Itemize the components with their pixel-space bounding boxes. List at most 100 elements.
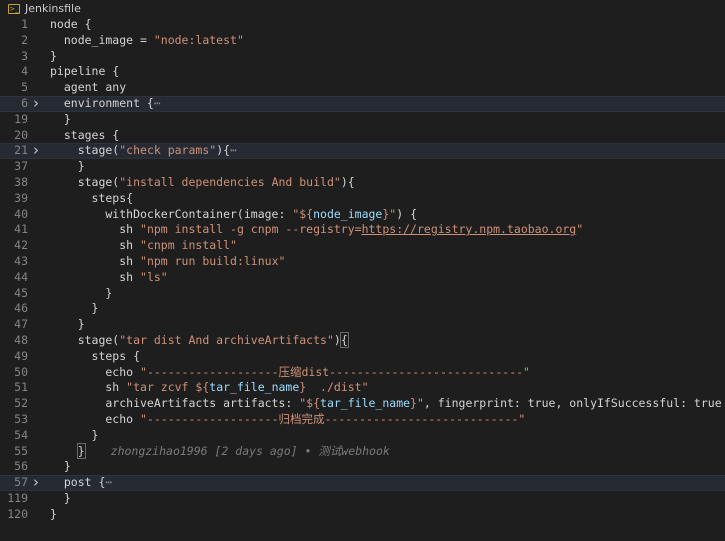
- code-text: pipeline {: [50, 64, 120, 79]
- line-number: 57: [14, 475, 28, 490]
- code-line[interactable]: 43 sh "npm run build:linux": [0, 254, 725, 270]
- code-text: sh "cnpm install": [50, 238, 237, 253]
- line-number: 44: [14, 269, 28, 284]
- chevron-right-icon[interactable]: ›: [33, 96, 43, 111]
- code-text: }: [50, 427, 99, 442]
- code-text: }: [50, 48, 57, 63]
- code-line[interactable]: 119 }: [0, 491, 725, 507]
- line-number: 54: [14, 427, 28, 442]
- code-line[interactable]: 42 sh "cnpm install": [0, 238, 725, 254]
- git-blame-annotation: zhongzihao1996 [2 days ago] • 测试webhook: [110, 443, 390, 458]
- code-text: post {⋯: [50, 475, 113, 490]
- code-line[interactable]: 57 › post {⋯: [0, 475, 725, 491]
- code-line[interactable]: 56 }: [0, 459, 725, 475]
- code-line[interactable]: 40 withDockerContainer(image: "${node_im…: [0, 207, 725, 223]
- code-text: }: [50, 285, 113, 300]
- line-number: 6: [21, 96, 28, 110]
- code-text: }: [50, 459, 71, 474]
- code-line[interactable]: 52 archiveArtifacts artifacts: "${tar_fi…: [0, 396, 725, 412]
- code-line[interactable]: 44 sh "ls": [0, 270, 725, 286]
- code-line[interactable]: 41 sh "npm install -g cnpm --registry=ht…: [0, 222, 725, 238]
- code-line[interactable]: 120}: [0, 507, 725, 523]
- line-number: 2: [21, 32, 28, 47]
- line-number: 55: [14, 443, 28, 458]
- code-text: } zhongzihao1996 [2 days ago] • 测试webhook: [76, 442, 390, 459]
- line-number: 47: [14, 317, 28, 332]
- line-number: 21: [14, 143, 28, 158]
- line-number: 20: [14, 127, 28, 142]
- code-text: }: [50, 111, 71, 126]
- code-line[interactable]: 1 node {: [0, 17, 725, 33]
- code-line[interactable]: 53 echo "-------------------归档完成--------…: [0, 412, 725, 428]
- code-text: echo "-------------------压缩dist---------…: [50, 364, 530, 379]
- code-text: stages {: [50, 127, 120, 142]
- code-text: }: [50, 506, 57, 521]
- code-line[interactable]: 45 }: [0, 286, 725, 302]
- chevron-right-icon[interactable]: ›: [33, 143, 43, 158]
- line-number: 43: [14, 254, 28, 268]
- code-text: node {: [50, 17, 92, 31]
- line-number: 42: [14, 238, 28, 253]
- code-text: stage("install dependencies And build"){: [50, 175, 355, 189]
- code-line[interactable]: 19 }: [0, 112, 725, 128]
- code-text: }: [50, 301, 99, 316]
- code-line[interactable]: 47 }: [0, 317, 725, 333]
- line-number: 120: [7, 506, 28, 521]
- code-line[interactable]: 6 › environment {⋯: [0, 96, 725, 112]
- line-number: 49: [14, 348, 28, 363]
- code-text: }: [50, 317, 85, 332]
- code-line[interactable]: 55 } zhongzihao1996 [2 days ago] • 测试webh…: [0, 442, 725, 460]
- code-line[interactable]: 46 }: [0, 301, 725, 317]
- line-number: 53: [14, 412, 28, 426]
- line-number: 1: [21, 17, 28, 31]
- code-line[interactable]: 21 › stage("check params"){⋯: [0, 143, 725, 160]
- code-text: }: [50, 491, 71, 505]
- code-line[interactable]: 49 steps {: [0, 349, 725, 365]
- code-text: withDockerContainer(image: "${node_image…: [50, 206, 417, 221]
- code-line[interactable]: 48 stage("tar dist And archiveArtifacts"…: [0, 332, 725, 349]
- code-line[interactable]: 37 }: [0, 159, 725, 175]
- line-number: 52: [14, 396, 28, 411]
- code-line[interactable]: 3}: [0, 49, 725, 65]
- code-line[interactable]: 38 stage("install dependencies And build…: [0, 175, 725, 191]
- jenkins-file-icon: >_: [8, 3, 20, 14]
- code-text: sh "tar zcvf ${tar_file_name} ./dist": [50, 380, 369, 395]
- code-text: steps {: [50, 348, 141, 363]
- line-number: 45: [14, 285, 28, 300]
- line-number: 4: [21, 64, 28, 79]
- line-number: 51: [14, 380, 28, 395]
- line-number: 41: [14, 222, 28, 237]
- code-line[interactable]: 39 steps{: [0, 191, 725, 207]
- code-text: sh "npm install -g cnpm --registry=https…: [50, 222, 584, 237]
- line-number: 48: [14, 333, 28, 347]
- code-line[interactable]: 2 node_image = "node:latest": [0, 33, 725, 49]
- editor-tab[interactable]: >_ Jenkinsfile: [0, 0, 725, 17]
- code-line[interactable]: 4 pipeline {: [0, 64, 725, 80]
- code-line[interactable]: 51 sh "tar zcvf ${tar_file_name} ./dist": [0, 380, 725, 396]
- line-number: 50: [14, 364, 28, 379]
- code-line[interactable]: 50 echo "-------------------压缩dist------…: [0, 365, 725, 381]
- code-text: archiveArtifacts artifacts: "${tar_file_…: [50, 396, 722, 411]
- code-text: agent any: [50, 80, 127, 95]
- code-line[interactable]: 5 agent any: [0, 80, 725, 96]
- code-text: stage("check params"){⋯: [50, 143, 237, 158]
- line-number: 37: [14, 159, 28, 174]
- code-line[interactable]: 54 }: [0, 428, 725, 444]
- line-number: 19: [14, 111, 28, 126]
- line-number: 39: [14, 190, 28, 205]
- code-text: steps{: [50, 190, 134, 205]
- line-number: 56: [14, 459, 28, 474]
- line-number: 119: [7, 491, 28, 505]
- code-text: node_image = "node:latest": [50, 32, 244, 47]
- chevron-right-icon[interactable]: ›: [33, 475, 43, 490]
- code-text: echo "-------------------归档完成-----------…: [50, 412, 526, 426]
- line-number: 5: [21, 80, 28, 95]
- code-text: stage("tar dist And archiveArtifacts"){: [50, 332, 349, 348]
- code-line[interactable]: 20 stages {: [0, 128, 725, 144]
- line-number: 46: [14, 301, 28, 316]
- code-text: environment {⋯: [50, 96, 161, 110]
- code-text: sh "npm run build:linux": [50, 254, 286, 268]
- line-number: 38: [14, 175, 28, 189]
- code-editor[interactable]: 1 node {2 node_image = "node:latest" 3} 4 pi…: [0, 17, 725, 541]
- line-number: 3: [21, 48, 28, 63]
